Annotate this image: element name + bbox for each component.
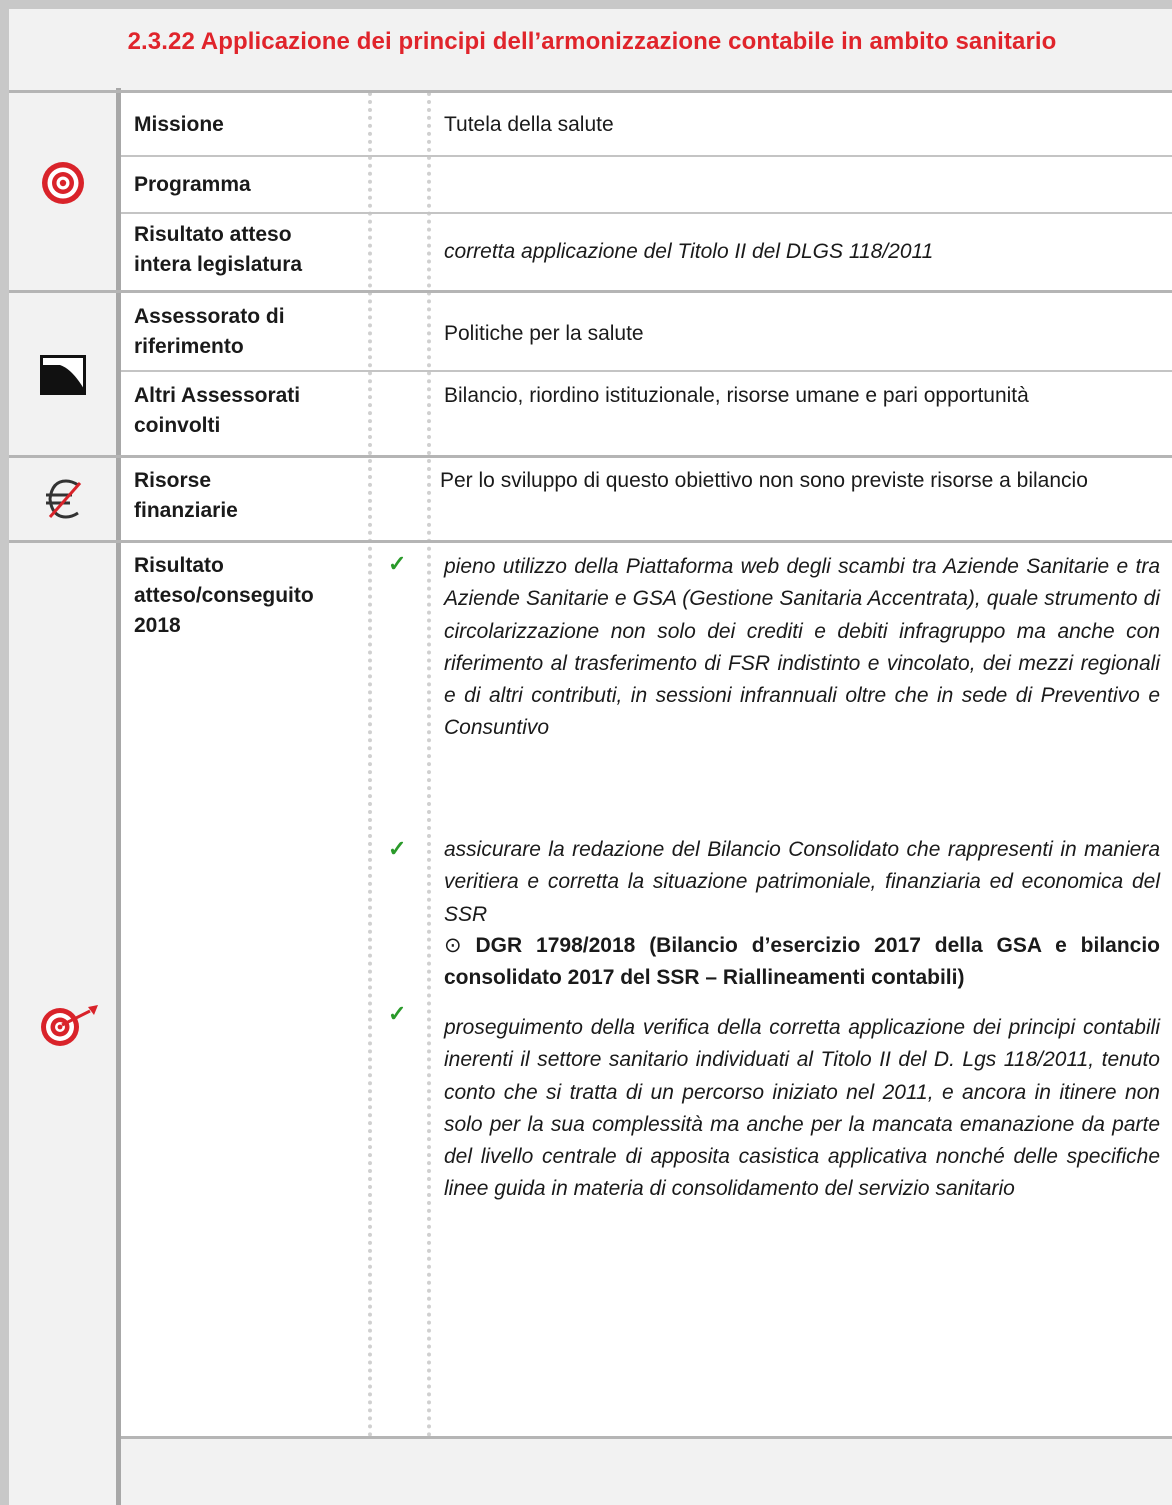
column-divider-2 [427, 92, 431, 1438]
row-separator [121, 155, 1172, 157]
label-risorse: Risorse finanziarie [134, 466, 238, 526]
row-separator-group [9, 290, 1172, 293]
label-assessorato: Assessorato di riferimento [134, 302, 285, 362]
label-line: riferimento [134, 335, 244, 358]
value-assessorato: Politiche per la salute [444, 322, 644, 345]
result-item-2: assicurare la redazione del Bilancio Con… [444, 838, 1160, 926]
label-line: Assessorato di [134, 305, 285, 328]
label-line: finanziarie [134, 499, 238, 522]
no-euro-icon [46, 479, 82, 519]
table-bottom-border [121, 1436, 1172, 1439]
label-line: 2018 [134, 614, 181, 637]
check-icon: ✓ [388, 551, 407, 576]
dgr-note: ⊙ DGR 1798/2018 (Bilancio d’esercizio 20… [444, 930, 1160, 995]
check-icon: ✓ [388, 1001, 407, 1026]
label-risultato-2018: Risultato atteso/conseguito 2018 [134, 551, 314, 641]
row-separator [121, 370, 1172, 372]
label-line: Risultato [134, 554, 224, 577]
page-frame-top [0, 0, 1172, 9]
table-left-border [116, 88, 121, 1505]
label-line: intera legislatura [134, 253, 303, 276]
column-divider-1 [368, 92, 372, 1438]
label-risultato-legislatura: Risultato atteso intera legislatura [134, 220, 302, 280]
row-separator [121, 212, 1172, 214]
objective-table [121, 92, 1172, 1438]
page-frame-left [0, 0, 9, 1505]
label-line: Altri Assessorati [134, 384, 301, 407]
check-icon: ✓ [388, 836, 407, 861]
target-dart-icon [41, 1005, 98, 1046]
value-missione: Tutela della salute [444, 113, 614, 136]
value-risorse: Per lo sviluppo di questo obiettivo non … [440, 469, 1088, 492]
document-page: 2.3.22 Applicazione dei principi dell’ar… [0, 0, 1172, 1505]
label-line: Risorse [134, 469, 212, 492]
label-missione: Missione [134, 113, 224, 136]
section-title: 2.3.22 Applicazione dei principi dell’ar… [127, 28, 1057, 55]
result-item-1: pieno utilizzo della Piattaforma web deg… [444, 555, 1160, 740]
result-item-3: proseguimento della verifica della corre… [444, 1016, 1160, 1201]
dgr-note-text: DGR 1798/2018 (Bilancio d’esercizio 2017… [444, 934, 1161, 990]
row-separator-top [9, 90, 1172, 93]
label-programma: Programma [134, 173, 251, 196]
value-risultato-legislatura: corretta applicazione del Titolo II del … [444, 240, 934, 263]
label-line: atteso/conseguito [134, 584, 314, 607]
row-separator-group [9, 455, 1172, 458]
radio-bullet-icon: ⊙ [444, 934, 462, 957]
flag-icon [40, 355, 86, 395]
label-line: Risultato atteso [134, 223, 292, 246]
label-altri-assessorati: Altri Assessorati coinvolti [134, 381, 300, 441]
value-altri-assessorati: Bilancio, riordino istituzionale, risors… [444, 384, 1029, 407]
label-line: coinvolti [134, 414, 221, 437]
target-icon [42, 162, 84, 204]
row-separator-group [9, 540, 1172, 543]
